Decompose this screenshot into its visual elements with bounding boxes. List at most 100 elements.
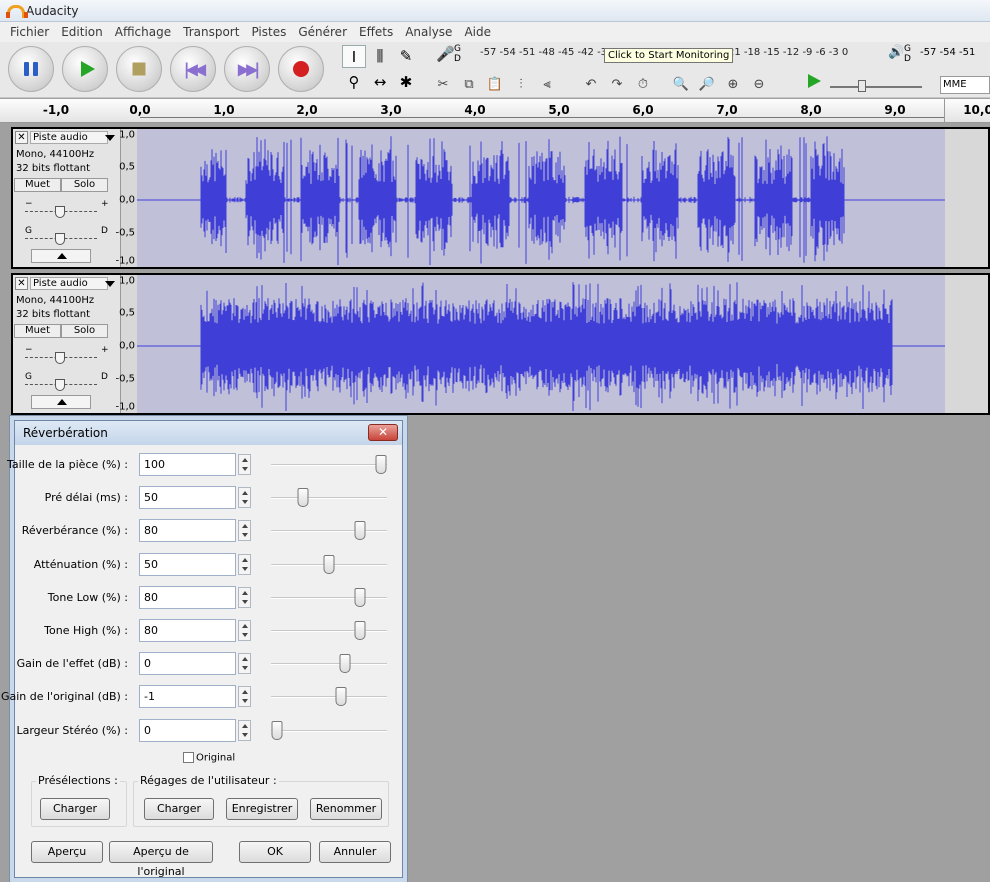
param-slider[interactable] [271,530,387,532]
sync-lock-icon[interactable]: ⏱ [632,77,654,92]
load-preset-button[interactable]: Charger [40,798,110,820]
param-slider-thumb[interactable] [323,555,335,574]
menu-generer[interactable]: Générer [292,25,353,39]
multi-tool-icon[interactable]: ✱ [394,71,418,94]
track-name[interactable]: Piste audio [30,277,108,290]
param-input[interactable]: 0 [139,719,236,742]
track-menu-icon[interactable] [105,281,115,287]
solo-button[interactable]: Solo [61,324,108,338]
menu-aide[interactable]: Aide [458,25,497,39]
audio-track-2[interactable]: ✕ Piste audio Mono, 44100Hz 32 bits flot… [11,273,990,415]
trim-icon[interactable]: ⫶ [510,77,532,92]
preview-original-button[interactable]: Aperçu de l'original [109,841,213,878]
fit-selection-icon[interactable]: ⊕ [722,77,744,92]
playback-meter[interactable]: 🔊 GD -57 -54 -51 [888,44,990,68]
param-slider[interactable] [271,730,387,732]
selection-tool-icon[interactable]: I [342,45,366,68]
param-spinner[interactable] [238,686,251,707]
param-input[interactable]: 80 [139,619,236,642]
menu-affichage[interactable]: Affichage [109,25,177,39]
save-settings-button[interactable]: Enregistrer [226,798,298,820]
pan-slider-thumb[interactable] [55,379,65,391]
silence-icon[interactable]: ⫷ [536,77,558,92]
menu-effets[interactable]: Effets [353,25,399,39]
copy-icon[interactable]: ⧉ [458,77,480,92]
param-slider[interactable] [271,630,387,632]
menu-transport[interactable]: Transport [177,25,245,39]
menu-fichier[interactable]: Fichier [4,25,55,39]
param-input[interactable]: -1 [139,685,236,708]
pan-slider-thumb[interactable] [55,233,65,245]
cancel-button[interactable]: Annuler [319,841,391,863]
mute-button[interactable]: Muet [14,178,61,192]
param-spinner[interactable] [238,454,251,475]
original-checkbox[interactable] [183,752,194,763]
param-slider-thumb[interactable] [339,654,351,673]
audio-track-1[interactable]: ✕ Piste audio Mono, 44100Hz 32 bits flot… [11,127,990,269]
menu-pistes[interactable]: Pistes [245,25,292,39]
param-slider-thumb[interactable] [297,488,309,507]
gain-slider-thumb[interactable] [55,352,65,364]
param-slider-thumb[interactable] [354,621,366,640]
param-spinner[interactable] [238,554,251,575]
load-user-button[interactable]: Charger [144,798,214,820]
menu-analyse[interactable]: Analyse [399,25,458,39]
cut-icon[interactable]: ✂ [432,77,454,92]
param-slider-thumb[interactable] [354,588,366,607]
ok-button[interactable]: OK [239,841,311,863]
param-spinner[interactable] [238,587,251,608]
param-slider-thumb[interactable] [335,687,347,706]
pause-button[interactable] [8,46,54,92]
param-input[interactable]: 80 [139,586,236,609]
mute-button[interactable]: Muet [14,324,61,338]
dialog-close-icon[interactable]: ✕ [368,424,398,441]
track-close-icon[interactable]: ✕ [15,131,28,144]
param-slider[interactable] [271,597,387,599]
param-input[interactable]: 100 [139,453,236,476]
envelope-tool-icon[interactable]: ⫼ [368,45,392,68]
param-slider-thumb[interactable] [375,455,387,474]
waveform-area[interactable] [137,275,945,413]
speed-slider-thumb[interactable] [858,80,866,92]
skip-start-button[interactable]: |◀◀ [170,46,216,92]
timeshift-tool-icon[interactable]: ↔ [368,71,392,94]
param-slider-thumb[interactable] [354,521,366,540]
param-slider[interactable] [271,464,387,466]
param-input[interactable]: 80 [139,519,236,542]
rename-settings-button[interactable]: Renommer [310,798,382,820]
param-spinner[interactable] [238,653,251,674]
track-menu-icon[interactable] [105,135,115,141]
skip-end-button[interactable]: ▶▶| [224,46,270,92]
param-input[interactable]: 50 [139,486,236,509]
original-checkbox-row[interactable]: Original [183,752,235,764]
draw-tool-icon[interactable]: ✎ [394,45,418,68]
waveform-area[interactable] [137,129,945,267]
param-spinner[interactable] [238,520,251,541]
record-button[interactable] [278,46,324,92]
zoom-tool-icon[interactable]: ⚲ [342,71,366,94]
stop-button[interactable] [116,46,162,92]
track-name[interactable]: Piste audio [30,131,108,144]
play-at-speed[interactable] [808,72,928,96]
solo-button[interactable]: Solo [61,178,108,192]
param-input[interactable]: 50 [139,553,236,576]
menu-edition[interactable]: Edition [55,25,109,39]
preview-button[interactable]: Aperçu [31,841,103,863]
zoom-out-icon[interactable]: 🔎 [696,77,718,92]
zoom-in-icon[interactable]: 🔍 [670,77,692,92]
collapse-track-button[interactable] [31,249,91,263]
paste-icon[interactable]: 📋 [484,77,506,92]
play-at-speed-icon[interactable] [808,74,821,88]
param-slider[interactable] [271,497,387,499]
param-slider[interactable] [271,663,387,665]
param-spinner[interactable] [238,620,251,641]
param-spinner[interactable] [238,720,251,741]
play-button[interactable] [62,46,108,92]
collapse-track-button[interactable] [31,395,91,409]
param-spinner[interactable] [238,487,251,508]
track-close-icon[interactable]: ✕ [15,277,28,290]
redo-icon[interactable]: ↷ [606,77,628,92]
gain-slider-thumb[interactable] [55,206,65,218]
fit-project-icon[interactable]: ⊖ [748,77,770,92]
param-input[interactable]: 0 [139,652,236,675]
